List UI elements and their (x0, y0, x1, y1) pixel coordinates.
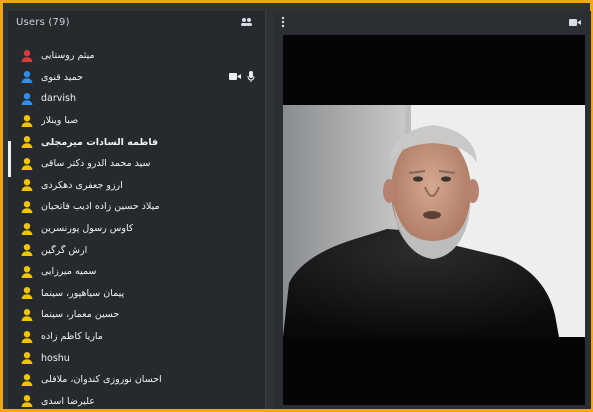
user-icon (20, 265, 34, 279)
camera-icon[interactable] (569, 18, 581, 27)
user-media-status (229, 70, 255, 82)
users-group-icon[interactable] (240, 17, 253, 27)
user-list-item[interactable]: آرزو جعفری دهکردی (8, 175, 265, 197)
user-list-item[interactable]: احسان نوروزی کندوان، ملافلی (8, 369, 265, 391)
user-icon (20, 114, 34, 128)
user-icon (20, 157, 34, 171)
camera-icon (229, 71, 241, 82)
user-list-item[interactable]: میثم روستایی (8, 45, 265, 67)
user-icon (20, 135, 34, 149)
user-icon (20, 394, 34, 408)
user-name: علیرضا اسدی (41, 395, 95, 407)
user-icon (20, 49, 34, 63)
user-list-item[interactable]: میلاد حسین زاده ادیب فاتحیان (8, 196, 265, 218)
user-list-item[interactable]: حمید قنوی (8, 67, 265, 89)
users-panel: Users (79) میثم روستایی حمید قنوی darvish ص… (8, 11, 266, 409)
user-list-item[interactable]: صبا وینلار (8, 110, 265, 132)
user-list-item[interactable]: darvish (8, 88, 265, 110)
app-frame: Users (79) میثم روستایی حمید قنوی darvish ص… (3, 3, 591, 409)
user-list-item[interactable]: فاطمه السادات میرمجلی (8, 131, 265, 153)
user-icon (20, 243, 34, 257)
user-name: ماریا کاظم زاده (41, 331, 103, 343)
user-icon (20, 70, 34, 84)
webcam-video[interactable] (283, 35, 585, 405)
user-icon (20, 286, 34, 300)
user-icon (20, 373, 34, 387)
user-name: احسان نوروزی کندوان، ملافلی (41, 374, 162, 386)
user-name: کاوس رسول پورنسرین (41, 223, 134, 235)
user-name: hoshu (41, 352, 70, 364)
user-icon (20, 351, 34, 365)
user-name: آرش گرگین (41, 244, 88, 256)
webcam-scene (283, 105, 585, 337)
user-list-item[interactable]: سید محمد الدرو دکتر ساقی (8, 153, 265, 175)
user-icon (20, 92, 34, 106)
user-name: پیمان سیاهپور، سینما (41, 287, 125, 299)
user-list-item[interactable]: علیرضا اسدی (8, 391, 265, 412)
user-icon (20, 178, 34, 192)
person-video-image (283, 105, 585, 337)
user-name: darvish (41, 93, 76, 105)
user-list-item[interactable]: ماریا کاظم زاده (8, 326, 265, 348)
video-panel (273, 11, 591, 409)
more-vertical-icon[interactable] (281, 16, 285, 28)
user-name: میثم روستایی (41, 50, 95, 62)
user-list: میثم روستایی حمید قنوی darvish صبا وینلار فا… (8, 45, 265, 408)
user-name: صبا وینلار (41, 115, 79, 127)
user-name: سمیه میرزایی (41, 266, 97, 278)
user-name: حمید قنوی (41, 71, 83, 83)
user-name: میلاد حسین زاده ادیب فاتحیان (41, 201, 160, 213)
user-name: سید محمد الدرو دکتر ساقی (41, 158, 151, 170)
user-icon (20, 308, 34, 322)
microphone-icon (247, 70, 255, 82)
user-icon (20, 200, 34, 214)
user-list-item[interactable]: hoshu (8, 347, 265, 369)
user-list-item[interactable]: کاوس رسول پورنسرین (8, 218, 265, 240)
user-list-item[interactable]: سمیه میرزایی (8, 261, 265, 283)
users-header: Users (79) (8, 11, 265, 33)
user-name: حسین معمار، سینما (41, 309, 120, 321)
user-list-item[interactable]: پیمان سیاهپور، سینما (8, 283, 265, 305)
user-list-item[interactable]: آرش گرگین (8, 239, 265, 261)
users-title: Users (79) (16, 16, 70, 28)
user-list-item[interactable]: حسین معمار، سینما (8, 304, 265, 326)
user-icon (20, 330, 34, 344)
user-name: فاطمه السادات میرمجلی (41, 136, 159, 148)
user-name: آرزو جعفری دهکردی (41, 179, 123, 191)
user-icon (20, 222, 34, 236)
video-header (273, 11, 591, 33)
